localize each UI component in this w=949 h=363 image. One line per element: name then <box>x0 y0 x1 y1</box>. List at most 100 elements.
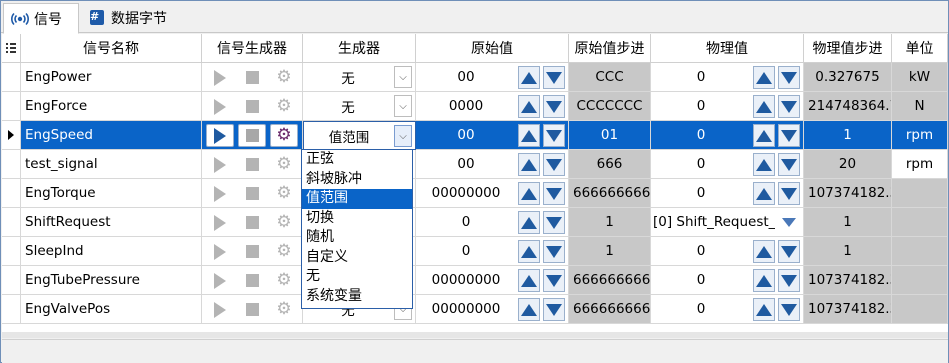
signal-name[interactable]: EngForce <box>21 92 202 121</box>
generator-option-custom[interactable]: 自定义 <box>302 248 412 268</box>
row-header[interactable] <box>2 266 21 295</box>
table-row[interactable]: ShiftRequest ⚙ 0 1 [0] Shift_Request_Off… <box>2 208 948 237</box>
raw-value-cell[interactable]: 0 <box>416 208 569 237</box>
raw-decrement-button[interactable] <box>543 298 565 321</box>
col-header-signal-generator[interactable]: 信号生成器 <box>202 34 303 63</box>
phys-value-select[interactable]: [0] Shift_Request_Off <box>651 208 804 237</box>
raw-value-cell[interactable]: 00000000 <box>416 179 569 208</box>
table-row[interactable]: EngTubePressure ⚙ 00000000 666666666666 … <box>2 266 948 295</box>
settings-button[interactable]: ⚙ <box>270 269 298 292</box>
phys-increment-button[interactable] <box>753 298 775 321</box>
play-button[interactable] <box>206 182 234 205</box>
phys-decrement-button[interactable] <box>778 66 800 89</box>
phys-value-cell[interactable]: 0 <box>651 237 804 266</box>
col-header-name[interactable]: 信号名称 <box>21 34 202 63</box>
stop-button[interactable] <box>238 298 266 321</box>
raw-increment-button[interactable] <box>518 182 540 205</box>
raw-decrement-button[interactable] <box>543 240 565 263</box>
raw-value-cell[interactable]: 00000000 <box>416 295 569 324</box>
phys-value-cell[interactable]: 0 <box>651 63 804 92</box>
chevron-down-icon[interactable] <box>778 211 800 234</box>
raw-value-cell[interactable]: 0000 <box>416 92 569 121</box>
phys-increment-button[interactable] <box>753 182 775 205</box>
row-header[interactable] <box>2 208 21 237</box>
phys-decrement-button[interactable] <box>778 182 800 205</box>
phys-decrement-button[interactable] <box>778 298 800 321</box>
generator-option-value-range[interactable]: 值范围 <box>302 189 412 209</box>
phys-increment-button[interactable] <box>753 240 775 263</box>
chevron-down-icon[interactable]: ⌵ <box>394 95 412 117</box>
signal-name[interactable]: EngTorque <box>21 179 202 208</box>
row-header[interactable] <box>2 295 21 324</box>
phys-value-cell[interactable]: 0 <box>651 92 804 121</box>
settings-button[interactable]: ⚙ <box>270 298 298 321</box>
generator-select[interactable]: 无 ⌵ <box>303 63 416 92</box>
table-row[interactable]: EngTorque ⚙ 00000000 666666666666 0 1073… <box>2 179 948 208</box>
settings-button[interactable]: ⚙ <box>270 153 298 176</box>
row-header-corner[interactable] <box>2 34 21 63</box>
raw-decrement-button[interactable] <box>543 211 565 234</box>
raw-value-cell[interactable]: 00 <box>416 150 569 179</box>
row-header[interactable] <box>2 92 21 121</box>
chevron-down-icon[interactable]: ⌵ <box>394 125 412 147</box>
phys-value-cell[interactable]: 0 <box>651 150 804 179</box>
phys-increment-button[interactable] <box>753 153 775 176</box>
settings-button[interactable]: ⚙ <box>270 240 298 263</box>
generator-option-none[interactable]: 无 <box>302 267 412 287</box>
play-button[interactable] <box>206 66 234 89</box>
settings-button[interactable]: ⚙ <box>270 211 298 234</box>
table-row[interactable]: SleepInd ⚙ 0 1 0 1 <box>2 237 948 266</box>
phys-decrement-button[interactable] <box>778 124 800 147</box>
row-header[interactable] <box>2 150 21 179</box>
settings-button[interactable]: ⚙ <box>270 124 298 147</box>
phys-value-cell[interactable]: 0 <box>651 179 804 208</box>
col-header-raw-value[interactable]: 原始值 <box>416 34 569 63</box>
col-header-phys-step[interactable]: 物理值步进 <box>804 34 892 63</box>
signal-name[interactable]: test_signal <box>21 150 202 179</box>
play-button[interactable] <box>206 211 234 234</box>
tab-signals[interactable]: 信号 <box>3 3 79 34</box>
play-button[interactable] <box>206 95 234 118</box>
col-header-phys-value[interactable]: 物理值 <box>651 34 804 63</box>
play-button[interactable] <box>206 269 234 292</box>
phys-decrement-button[interactable] <box>778 153 800 176</box>
stop-button[interactable] <box>238 182 266 205</box>
raw-increment-button[interactable] <box>518 211 540 234</box>
stop-button[interactable] <box>238 269 266 292</box>
generator-option-random[interactable]: 随机 <box>302 228 412 248</box>
stop-button[interactable] <box>238 211 266 234</box>
table-row[interactable]: test_signal ⚙ 00 666 0 20 rpm <box>2 150 948 179</box>
stop-button[interactable] <box>238 66 266 89</box>
raw-value-cell[interactable]: 00000000 <box>416 266 569 295</box>
play-button[interactable] <box>206 153 234 176</box>
raw-increment-button[interactable] <box>518 66 540 89</box>
raw-value-cell[interactable]: 0 <box>416 237 569 266</box>
raw-decrement-button[interactable] <box>543 124 565 147</box>
stop-button[interactable] <box>238 124 266 147</box>
row-header[interactable] <box>2 179 21 208</box>
chevron-down-icon[interactable]: ⌵ <box>394 66 412 88</box>
raw-increment-button[interactable] <box>518 95 540 118</box>
play-button[interactable] <box>206 240 234 263</box>
raw-increment-button[interactable] <box>518 269 540 292</box>
raw-increment-button[interactable] <box>518 153 540 176</box>
raw-decrement-button[interactable] <box>543 95 565 118</box>
phys-increment-button[interactable] <box>753 124 775 147</box>
phys-increment-button[interactable] <box>753 95 775 118</box>
generator-select[interactable]: 值范围 ⌵ <box>303 121 416 150</box>
row-header[interactable] <box>2 121 21 150</box>
col-header-unit[interactable]: 单位 <box>892 34 948 63</box>
signal-name[interactable]: EngSpeed <box>21 121 202 150</box>
settings-button[interactable]: ⚙ <box>270 66 298 89</box>
horizontal-scrollbar[interactable] <box>2 332 948 338</box>
phys-value-cell[interactable]: 0 <box>651 295 804 324</box>
raw-increment-button[interactable] <box>518 298 540 321</box>
table-row-selected[interactable]: EngSpeed ⚙ 值范围 ⌵ 00 01 0 1 rpm <box>2 121 948 150</box>
raw-decrement-button[interactable] <box>543 66 565 89</box>
raw-increment-button[interactable] <box>518 124 540 147</box>
stop-button[interactable] <box>238 240 266 263</box>
col-header-generator[interactable]: 生成器 <box>303 34 416 63</box>
table-row[interactable]: EngPower ⚙ 无 ⌵ 00 CCC 0 0.327675 kW <box>2 63 948 92</box>
generator-option-toggle[interactable]: 切换 <box>302 209 412 229</box>
row-header[interactable] <box>2 63 21 92</box>
